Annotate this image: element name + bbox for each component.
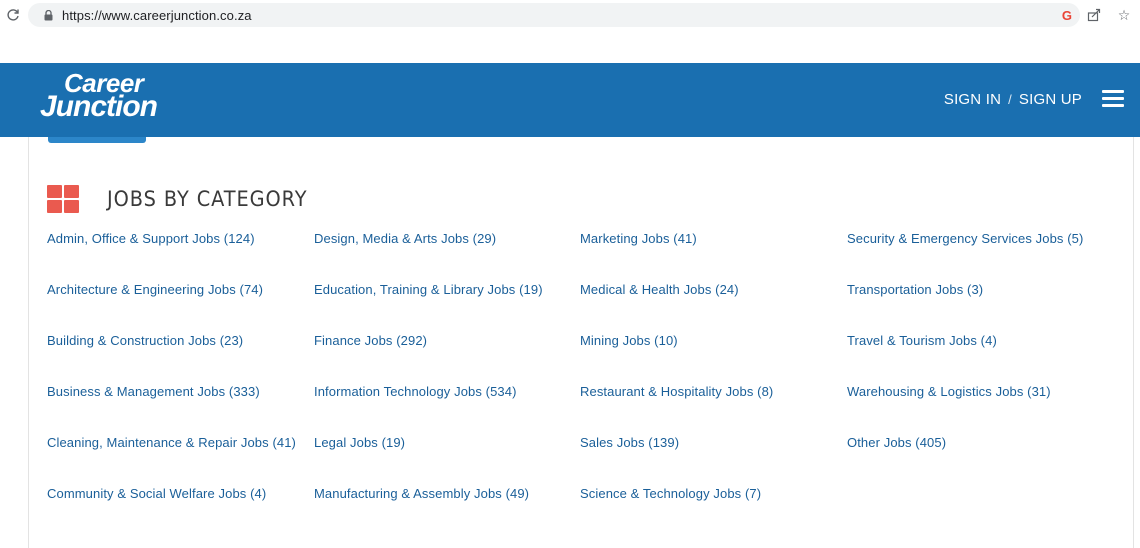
category-link[interactable]: Sales Jobs (139) bbox=[580, 435, 773, 486]
category-link[interactable]: Business & Management Jobs (333) bbox=[47, 384, 296, 435]
logo-line-2: Junction bbox=[40, 90, 158, 124]
category-link[interactable]: Building & Construction Jobs (23) bbox=[47, 333, 296, 384]
browser-actions: G ☆ bbox=[1062, 6, 1132, 24]
lock-icon[interactable] bbox=[42, 9, 54, 21]
section-title: JOBS BY CATEGORY bbox=[107, 187, 308, 211]
google-icon[interactable]: G bbox=[1062, 8, 1072, 23]
auth-links: SIGN IN / SIGN UP bbox=[944, 91, 1082, 108]
url-text[interactable]: https://www.careerjunction.co.za bbox=[62, 8, 252, 23]
category-link[interactable]: Other Jobs (405) bbox=[847, 435, 1083, 486]
category-link[interactable]: Mining Jobs (10) bbox=[580, 333, 773, 384]
category-grid-icon bbox=[47, 185, 79, 213]
auth-separator: / bbox=[1008, 92, 1012, 107]
share-icon[interactable] bbox=[1086, 7, 1102, 23]
hamburger-menu-icon[interactable] bbox=[1102, 90, 1124, 108]
category-link[interactable]: Travel & Tourism Jobs (4) bbox=[847, 333, 1083, 384]
category-link[interactable]: Legal Jobs (19) bbox=[314, 435, 543, 486]
category-link[interactable]: Security & Emergency Services Jobs (5) bbox=[847, 231, 1083, 282]
category-link[interactable]: Manufacturing & Assembly Jobs (49) bbox=[314, 486, 543, 537]
category-link[interactable]: Design, Media & Arts Jobs (29) bbox=[314, 231, 543, 282]
category-link[interactable]: Finance Jobs (292) bbox=[314, 333, 543, 384]
category-link[interactable]: Transportation Jobs (3) bbox=[847, 282, 1083, 333]
category-link[interactable]: Marketing Jobs (41) bbox=[580, 231, 773, 282]
sign-up-link[interactable]: SIGN UP bbox=[1019, 91, 1082, 108]
section-header: JOBS BY CATEGORY bbox=[47, 185, 325, 213]
category-column-3: Marketing Jobs (41) Medical & Health Job… bbox=[580, 231, 773, 537]
category-column-4: Security & Emergency Services Jobs (5) T… bbox=[847, 231, 1083, 486]
bookmark-star-icon[interactable]: ☆ bbox=[1116, 7, 1132, 23]
category-link[interactable]: Restaurant & Hospitality Jobs (8) bbox=[580, 384, 773, 435]
category-link[interactable]: Science & Technology Jobs (7) bbox=[580, 486, 773, 537]
address-bar[interactable]: https://www.careerjunction.co.za bbox=[28, 3, 1080, 27]
browser-toolbar: https://www.careerjunction.co.za G ☆ bbox=[0, 0, 1140, 30]
reload-icon[interactable] bbox=[6, 8, 20, 22]
category-link[interactable]: Medical & Health Jobs (24) bbox=[580, 282, 773, 333]
category-link[interactable]: Architecture & Engineering Jobs (74) bbox=[47, 282, 296, 333]
category-column-2: Design, Media & Arts Jobs (29) Education… bbox=[314, 231, 543, 537]
category-link[interactable]: Cleaning, Maintenance & Repair Jobs (41) bbox=[47, 435, 296, 486]
site-header: Career Junction SIGN IN / SIGN UP bbox=[0, 63, 1140, 137]
category-link[interactable]: Warehousing & Logistics Jobs (31) bbox=[847, 384, 1083, 435]
careerjunction-logo[interactable]: Career Junction bbox=[40, 70, 160, 127]
sign-in-link[interactable]: SIGN IN bbox=[944, 91, 1001, 108]
category-column-1: Admin, Office & Support Jobs (124) Archi… bbox=[47, 231, 296, 537]
category-link[interactable]: Information Technology Jobs (534) bbox=[314, 384, 543, 435]
tab-indicator bbox=[48, 137, 146, 143]
category-link[interactable]: Admin, Office & Support Jobs (124) bbox=[47, 231, 296, 282]
category-link[interactable]: Community & Social Welfare Jobs (4) bbox=[47, 486, 296, 537]
category-link[interactable]: Education, Training & Library Jobs (19) bbox=[314, 282, 543, 333]
content-card: JOBS BY CATEGORY Admin, Office & Support… bbox=[28, 137, 1134, 548]
